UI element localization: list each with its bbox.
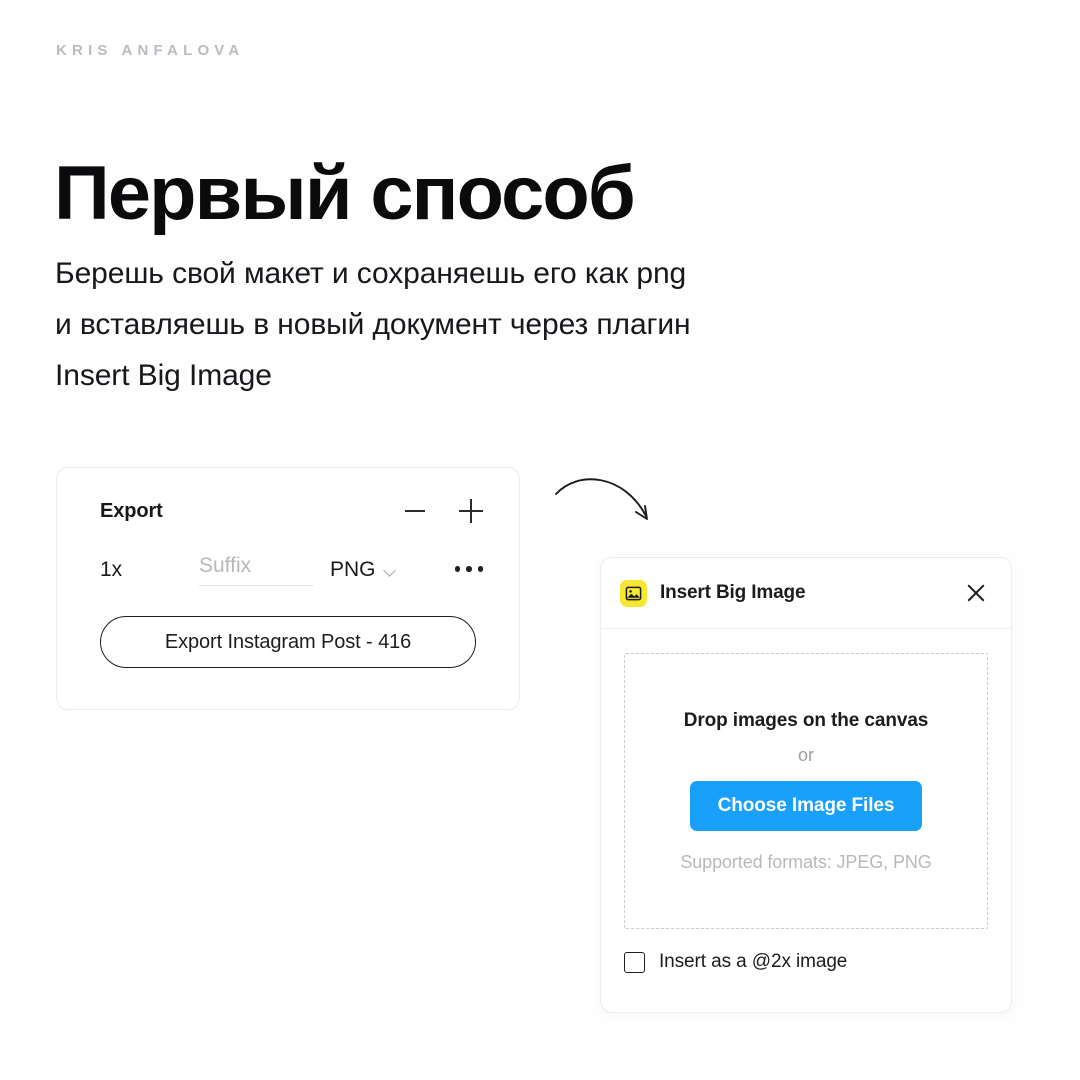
- dot: [454, 566, 460, 572]
- insert-2x-label: Insert as a @2x image: [659, 951, 848, 972]
- more-horizontal-icon[interactable]: [454, 566, 483, 572]
- export-panel-header: Export: [100, 497, 483, 525]
- suffix-input[interactable]: [199, 554, 314, 586]
- export-scale-value[interactable]: 1x: [100, 558, 122, 582]
- export-panel: Export 1x PNG Export Instagram Post - 41…: [56, 467, 520, 710]
- paragraph-line-2: и вставляешь в новый документ через плаг…: [55, 308, 691, 341]
- close-icon[interactable]: [963, 580, 989, 606]
- minus-icon[interactable]: [403, 499, 427, 523]
- export-settings-row: 1x PNG: [100, 554, 483, 588]
- plus-icon[interactable]: [459, 499, 483, 523]
- paragraph-line-1: Берешь свой макет и сохраняешь его как p…: [55, 257, 687, 290]
- export-button[interactable]: Export Instagram Post - 416: [100, 616, 476, 668]
- insert-big-image-dialog: Insert Big Image Drop images on the canv…: [600, 557, 1012, 1013]
- supported-formats-note: Supported formats: JPEG, PNG: [680, 851, 932, 872]
- image-icon: [620, 579, 647, 607]
- export-format-value: PNG: [330, 558, 376, 581]
- plugin-body: Drop images on the canvas or Choose Imag…: [601, 629, 1011, 929]
- export-suffix-field: [199, 554, 314, 586]
- chevron-down-icon: [384, 566, 397, 574]
- body-paragraph: Берешь свой макет и сохраняешь его как p…: [55, 248, 875, 401]
- export-format-select[interactable]: PNG: [330, 558, 397, 582]
- insert-2x-checkbox[interactable]: [624, 951, 645, 973]
- page-title: Первый способ: [54, 150, 636, 236]
- choose-image-files-button[interactable]: Choose Image Files: [689, 780, 923, 831]
- curved-arrow-icon: [552, 468, 672, 548]
- dropzone[interactable]: Drop images on the canvas or Choose Imag…: [624, 653, 988, 929]
- export-panel-header-actions: [403, 497, 483, 525]
- brand-kicker: KRIS ANFALOVA: [56, 42, 245, 59]
- plugin-title: Insert Big Image: [660, 582, 806, 603]
- plugin-header: Insert Big Image: [601, 558, 1011, 629]
- paragraph-line-3: Insert Big Image: [55, 359, 272, 392]
- dropzone-or-label: or: [797, 744, 814, 765]
- plugin-footer: Insert as a @2x image: [601, 929, 1011, 973]
- dot: [466, 566, 472, 572]
- dropzone-title: Drop images on the canvas: [683, 709, 929, 731]
- dot: [477, 566, 483, 572]
